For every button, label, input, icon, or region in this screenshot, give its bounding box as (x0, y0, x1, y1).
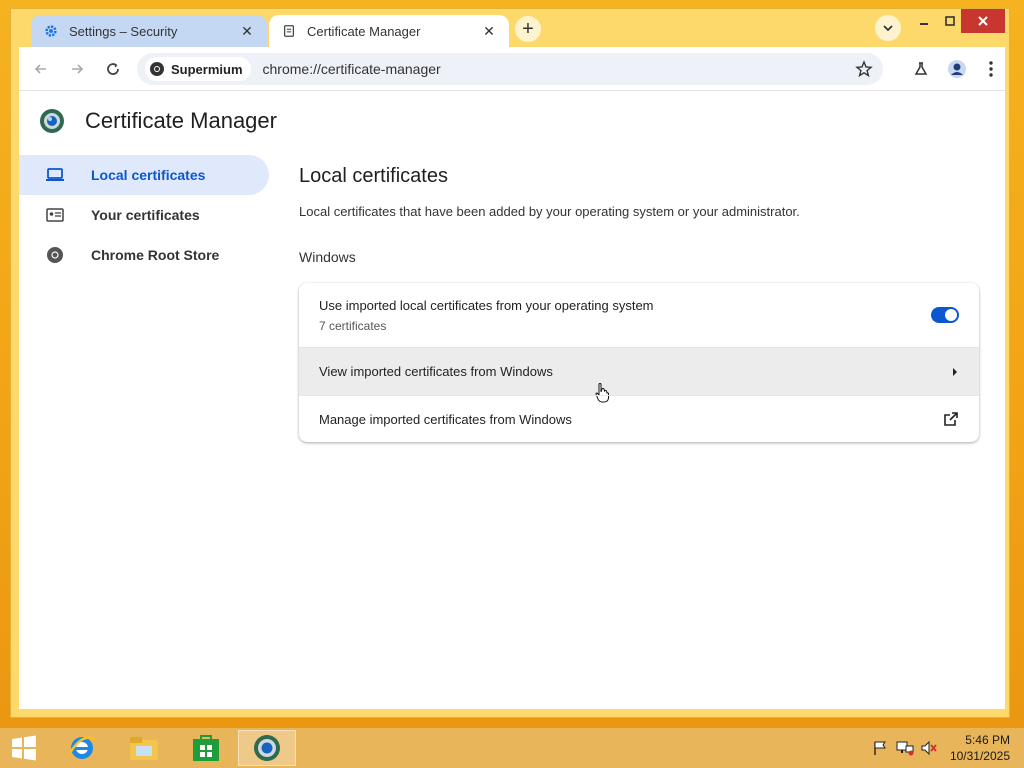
network-icon[interactable] (896, 738, 914, 758)
chrome-icon (45, 245, 65, 265)
clock-date: 10/31/2025 (949, 749, 1010, 763)
avatar-icon (948, 60, 966, 78)
internet-explorer-taskbar-icon[interactable] (58, 730, 106, 766)
use-imported-certificates-row: Use imported local certificates from you… (299, 283, 979, 347)
volume-muted-icon[interactable] (920, 738, 938, 758)
toggle-knob (945, 309, 957, 321)
reload-icon (107, 63, 119, 75)
sidebar-item-chrome-root-store[interactable]: Chrome Root Store (19, 235, 269, 275)
laptop-icon (45, 165, 65, 185)
windows-certificates-card: Use imported local certificates from you… (299, 283, 979, 442)
kebab-menu-icon (989, 61, 993, 77)
profile-button[interactable] (943, 55, 971, 83)
chevron-right-icon (953, 367, 957, 376)
manage-row-label: Manage imported certificates from Window… (319, 411, 572, 427)
id-card-icon (45, 205, 65, 225)
gear-icon (43, 23, 59, 39)
certificate-manager-logo-icon (40, 109, 64, 133)
sidebar-item-label: Your certificates (91, 207, 200, 223)
view-imported-certificates-row[interactable]: View imported certificates from Windows (299, 347, 979, 403)
main-content: Local certificates Local certificates th… (299, 155, 979, 442)
arrow-right-icon (72, 64, 84, 74)
toggle-row-title: Use imported local certificates from you… (319, 297, 654, 313)
browser-window: Settings – Security ✕ Certificate Manage… (10, 8, 1010, 718)
use-imported-certificates-toggle[interactable] (931, 307, 959, 323)
browser-toolbar: Supermium chrome://certificate-manager (19, 47, 1005, 91)
site-chip-label: Supermium (171, 61, 243, 77)
file-explorer-taskbar-icon[interactable] (120, 730, 168, 766)
tab-title: Certificate Manager (307, 23, 421, 39)
certificate-count: 7 certificates (319, 318, 387, 333)
start-button[interactable] (0, 730, 48, 766)
tab-certificate-manager[interactable]: Certificate Manager ✕ (269, 15, 509, 47)
page-title: Certificate Manager (85, 108, 277, 133)
chevron-down-icon (883, 25, 893, 32)
browser-taskbar-icon[interactable] (238, 730, 296, 766)
sidebar-item-label: Chrome Root Store (91, 247, 220, 263)
sidebar-item-local-certificates[interactable]: Local certificates (19, 155, 269, 195)
tab-strip: Settings – Security ✕ Certificate Manage… (11, 9, 1009, 47)
open-external-icon (944, 412, 958, 426)
url-text: chrome://certificate-manager (262, 61, 441, 77)
sidebar-item-label: Local certificates (91, 167, 206, 183)
action-center-flag-icon[interactable] (872, 738, 888, 758)
group-title: Windows (299, 249, 356, 265)
windows-logo-icon (12, 735, 36, 761)
forward-button[interactable] (63, 55, 91, 83)
windows-taskbar: 5:46 PM 10/31/2025 (0, 728, 1024, 768)
more-menu-button[interactable] (977, 55, 1005, 83)
tab-search-button[interactable] (875, 15, 901, 41)
page-header: Certificate Manager (39, 105, 277, 137)
clock-time: 5:46 PM (965, 733, 1010, 747)
site-info-chip[interactable]: Supermium (145, 57, 251, 81)
tab-title: Settings – Security (69, 23, 178, 39)
bookmark-star-icon[interactable] (855, 60, 873, 78)
document-icon (281, 23, 297, 39)
tab-settings-security[interactable]: Settings – Security ✕ (31, 15, 267, 47)
flask-icon (914, 62, 928, 75)
address-bar[interactable]: Supermium chrome://certificate-manager (137, 53, 883, 85)
manage-imported-certificates-row[interactable]: Manage imported certificates from Window… (299, 395, 979, 442)
taskbar-clock[interactable]: 5:46 PM 10/31/2025 (950, 732, 1010, 764)
store-taskbar-icon[interactable] (182, 730, 230, 766)
certificate-manager-page: Certificate Manager Local certificates Y… (19, 91, 1005, 709)
chrome-icon (149, 61, 165, 77)
close-window-button[interactable] (961, 9, 1005, 33)
sidebar-item-your-certificates[interactable]: Your certificates (19, 195, 269, 235)
reload-button[interactable] (99, 55, 127, 83)
new-tab-button[interactable]: + (515, 16, 541, 42)
close-tab-icon[interactable]: ✕ (481, 23, 497, 39)
close-tab-icon[interactable]: ✕ (239, 23, 255, 39)
section-description: Local certificates that have been added … (299, 204, 800, 219)
sidebar-nav: Local certificates Your certificates Chr… (19, 155, 269, 275)
back-button[interactable] (27, 55, 55, 83)
view-row-label: View imported certificates from Windows (319, 364, 553, 379)
labs-button[interactable] (907, 55, 935, 83)
section-title: Local certificates (299, 165, 448, 187)
arrow-left-icon (34, 64, 46, 74)
